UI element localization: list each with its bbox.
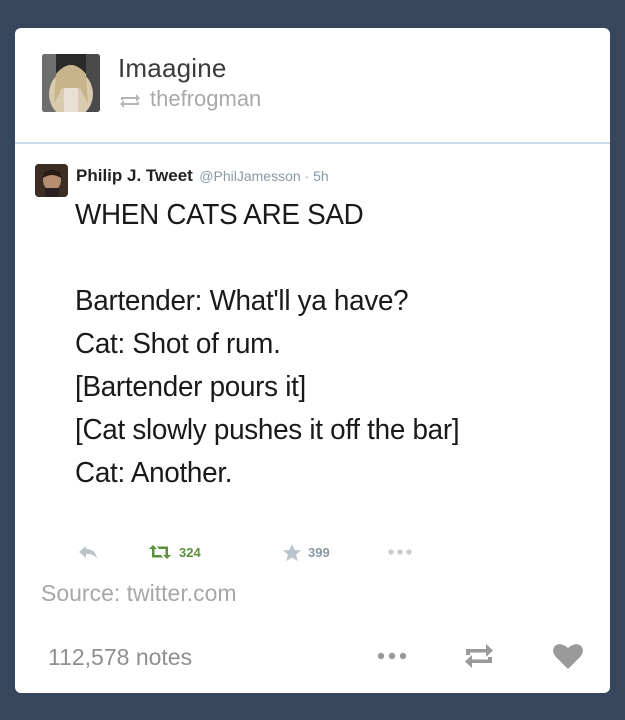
retweet-count: 324 — [179, 544, 201, 560]
reblog-button[interactable] — [462, 640, 496, 672]
reblogged-from-name[interactable]: thefrogman — [150, 86, 261, 112]
avatar-photo-icon — [35, 164, 68, 197]
tweet-timestamp[interactable]: 5h — [313, 168, 329, 184]
tweet-author-handle[interactable]: @PhilJamesson — [199, 168, 300, 184]
tweet-line: [Cat slowly pushes it off the bar] — [75, 414, 460, 446]
post-card: Imaagine thefrogman Philip J. Tweet @Phi… — [15, 28, 610, 693]
more-dots-icon — [388, 549, 412, 555]
like-button[interactable] — [551, 640, 585, 672]
tweet-title: WHEN CATS ARE SAD — [75, 199, 364, 231]
avatar-photo-icon — [42, 54, 100, 112]
reply-icon — [79, 546, 97, 558]
post-header: Imaagine thefrogman — [15, 28, 610, 143]
blog-avatar[interactable] — [42, 54, 100, 112]
reblog-icon — [118, 90, 142, 108]
blog-name[interactable]: Imaagine — [118, 53, 227, 84]
heart-icon — [553, 644, 583, 669]
source-link[interactable]: Source: twitter.com — [41, 580, 237, 607]
favorite-count: 399 — [308, 544, 330, 560]
tweet-avatar[interactable] — [35, 164, 68, 197]
retweet-icon — [149, 545, 171, 559]
tweet-line: [Bartender pours it] — [75, 371, 307, 403]
tweet-line: Cat: Shot of rum. — [75, 328, 281, 360]
tweet-more-button[interactable] — [387, 542, 413, 562]
tweet-separator: · — [300, 168, 314, 184]
tweet-author-name[interactable]: Philip J. Tweet — [76, 166, 193, 185]
reblog-icon — [465, 644, 493, 668]
tweet-line: Cat: Another. — [75, 457, 233, 489]
reblog-source: thefrogman — [118, 86, 261, 112]
favorite-button[interactable]: 399 — [282, 542, 330, 562]
notes-count[interactable]: 112,578 notes — [48, 644, 192, 671]
tweet-text: WHEN CATS ARE SAD Bartender: What'll ya … — [75, 194, 595, 495]
reply-button[interactable] — [77, 542, 99, 562]
tweet-line: Bartender: What'll ya have? — [75, 285, 409, 317]
tweet-actions: 324 399 — [77, 542, 437, 562]
tweet-embed: Philip J. Tweet @PhilJamesson · 5h WHEN … — [15, 144, 610, 574]
post-footer: 112,578 notes — [15, 632, 610, 682]
more-options-button[interactable] — [375, 640, 409, 672]
star-icon — [283, 543, 301, 561]
retweet-button[interactable]: 324 — [147, 542, 201, 562]
more-dots-icon — [377, 652, 407, 660]
tweet-meta: Philip J. Tweet @PhilJamesson · 5h — [76, 166, 329, 186]
